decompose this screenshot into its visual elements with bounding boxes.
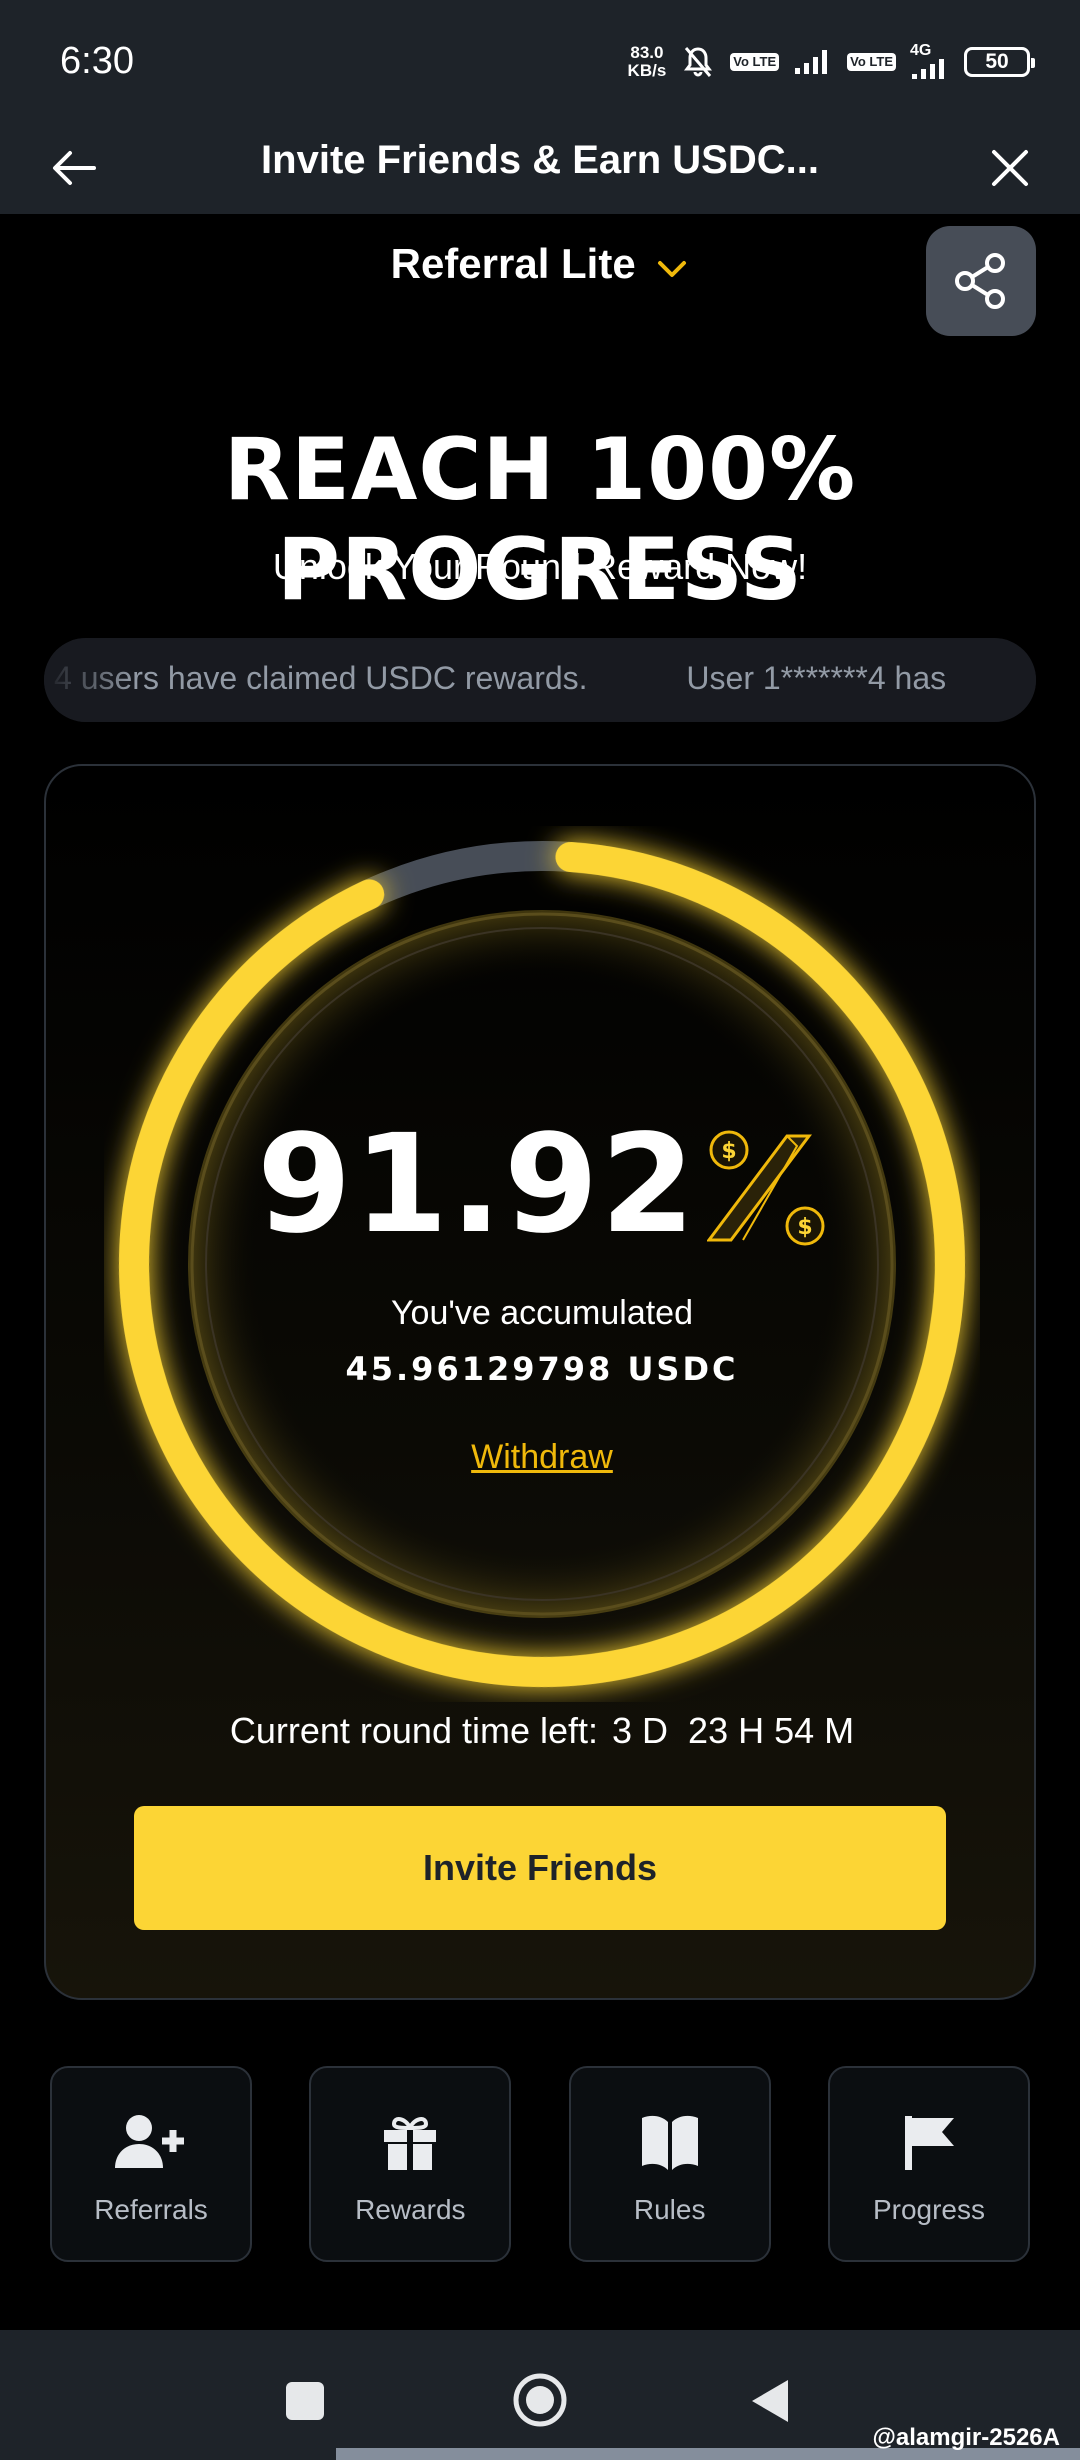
round-time-left: Current round time left: 3 D 23 H 54 M	[46, 1710, 1038, 1752]
recents-button[interactable]	[286, 2382, 324, 2420]
share-button[interactable]	[926, 226, 1036, 336]
signal-4g-icon: 4G	[910, 43, 950, 80]
progress-percent: 91.92	[256, 1106, 698, 1264]
status-icons: 83.0 KB/s Vo LTE Vo LTE 4G 50	[627, 43, 1035, 80]
accumulated-label: You've accumulated	[391, 1294, 693, 1332]
system-back-button[interactable]	[748, 2376, 792, 2426]
withdraw-link[interactable]: Withdraw	[46, 1438, 1038, 1477]
progress-value: 91.92 $ $	[46, 1106, 1038, 1264]
subline: Unlock Your Round Reward Now!	[272, 546, 808, 587]
claims-ticker: 4 users have claimed USDC rewards. User …	[44, 638, 1036, 722]
round-time-value: 3 D 23 H 54 M	[612, 1710, 855, 1751]
round-time-label: Current round time left:	[229, 1710, 599, 1751]
flag-icon	[904, 2116, 954, 2170]
chevron-down-icon	[655, 243, 689, 291]
program-label: Referral Lite	[390, 240, 636, 287]
book-icon	[641, 2115, 698, 2170]
headline: REACH 100% PROGRESS	[223, 420, 857, 620]
battery-icon: 50	[964, 47, 1035, 77]
action-tiles: Referrals Rewards Rules Progress	[50, 2066, 1030, 2262]
progress-ring	[119, 841, 965, 1687]
gift-icon	[384, 2117, 437, 2170]
arrow-left-icon	[53, 151, 96, 185]
referrals-tile[interactable]: Referrals	[50, 2066, 252, 2262]
volte-badge: Vo LTE	[730, 53, 780, 71]
watermark: @alamgir-2526A	[872, 2424, 1061, 2451]
svg-text:$: $	[797, 1215, 812, 1240]
status-bar: 6:30 83.0 KB/s Vo LTE Vo LTE 4G 50	[0, 0, 1080, 128]
ticker-track: 4 users have claimed USDC rewards. User …	[54, 660, 1036, 697]
add-user-icon	[115, 2115, 184, 2168]
svg-text:$: $	[721, 1139, 736, 1164]
ticker-item: User 1*******4 has	[686, 660, 947, 696]
accumulated-value: 45.96129798 USDC	[345, 1350, 739, 1388]
rewards-tile[interactable]: Rewards	[309, 2066, 512, 2262]
progress-card: 91.92 $ $ You've accumulated 45.96129798…	[44, 764, 1036, 2000]
back-button[interactable]	[46, 140, 102, 196]
status-time: 6:30	[60, 40, 134, 82]
network-speed: 83.0 KB/s	[627, 43, 667, 80]
ticker-item: 4 users have claimed USDC rewards.	[54, 660, 588, 696]
invite-friends-button[interactable]: Invite Friends	[134, 1806, 946, 1930]
progress-tile[interactable]: Progress	[827, 2066, 1030, 2262]
close-button[interactable]	[982, 140, 1038, 196]
gold-percent-icon: $ $	[706, 1128, 827, 1253]
close-icon	[992, 150, 1028, 186]
share-icon	[955, 253, 1005, 309]
program-selector[interactable]: Referral Lite	[0, 240, 1080, 291]
mute-bell-icon	[680, 44, 716, 80]
rules-tile[interactable]: Rules	[568, 2066, 771, 2262]
signal-icon	[793, 48, 833, 76]
page-title: Invite Friends & Earn USDC...	[261, 138, 819, 182]
volte-badge-2: Vo LTE	[847, 53, 896, 71]
app-header: Invite Friends & Earn USDC...	[0, 128, 1080, 214]
home-button[interactable]	[512, 2372, 568, 2428]
